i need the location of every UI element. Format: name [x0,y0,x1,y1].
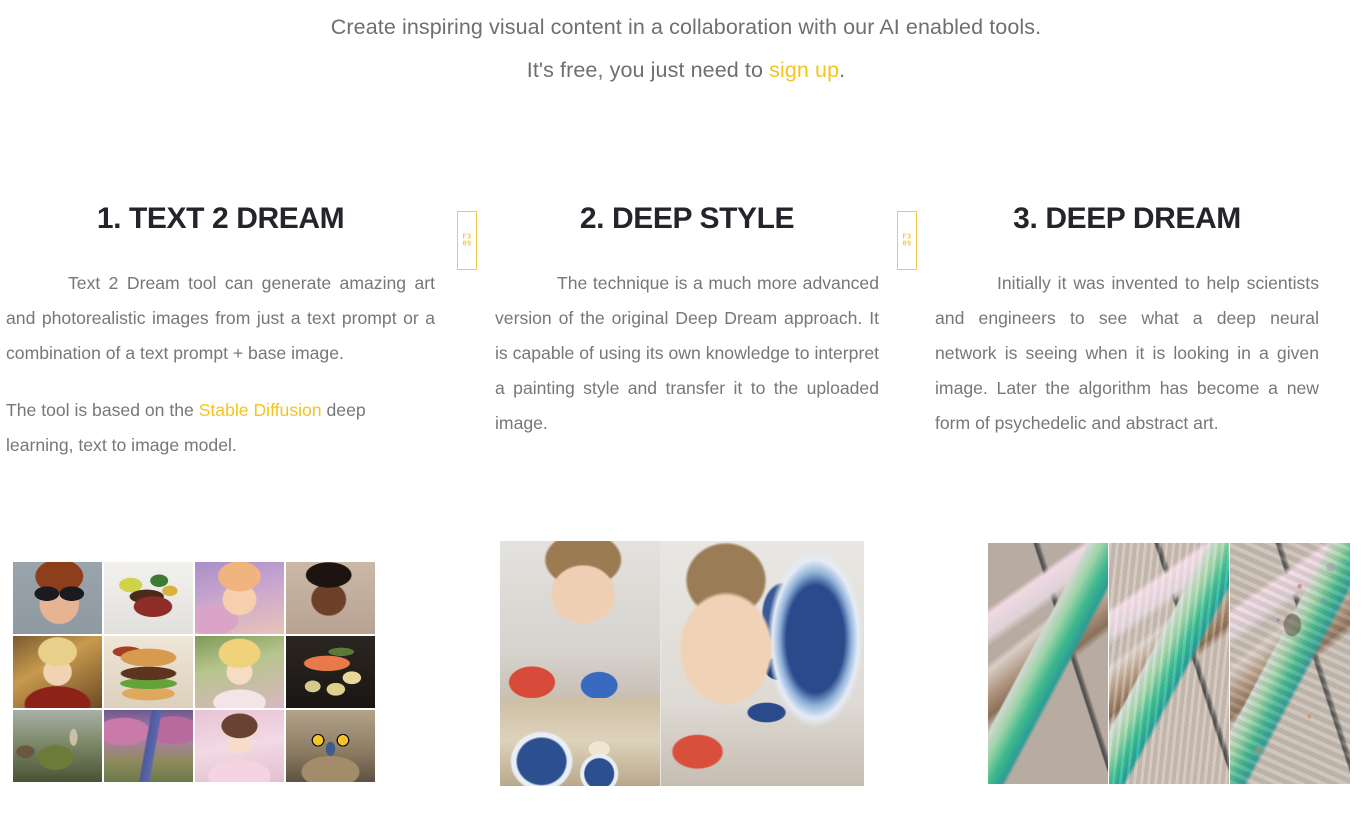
stable-diffusion-link[interactable]: Stable Diffusion [199,400,322,420]
page-root: Create inspiring visual content in a col… [0,0,1372,827]
intro-line-1: Create inspiring visual content in a col… [330,15,1042,39]
hummingbird-shape [988,543,1108,784]
codepoint-bottom: 09 [902,239,912,248]
column-separator-2: F3 09 [887,196,927,270]
feature-heading-text2dream: 1. TEXT 2 DREAM [96,202,345,235]
collage-cell-owl [286,710,375,782]
deepdream-psychedelic-overlay [1230,543,1350,784]
deepdream-stage-intermediate [1109,543,1229,784]
feature-paragraph-deepdream-1: Initially it was invented to help scient… [935,273,1319,433]
intro-section: Create inspiring visual content in a col… [0,0,1372,92]
deepdream-stage-original [988,543,1108,784]
collage-cell-steak-dish [104,562,193,634]
deepstyle-style-reference-great-wave [500,697,661,786]
feature-columns: 1. TEXT 2 DREAM Text 2 Dream tool can ge… [0,196,1372,463]
feature-heading-deepdream: 3. DEEP DREAM [1013,202,1241,235]
collage-cell-girl-pink-dress [195,710,284,782]
missing-glyph-codepoint: F3 09 [902,232,912,248]
feature-paragraph-text2dream-2: The tool is based on the Stable Diffusio… [6,393,435,463]
text2dream-example-image[interactable] [13,562,375,782]
deepstyle-result-image [660,541,864,786]
collage-cell-river-blossom-landscape [104,710,193,782]
feature-column-deepdream: 3. DEEP DREAM Initially it was invented … [927,196,1327,463]
feature-column-text2dream: 1. TEXT 2 DREAM Text 2 Dream tool can ge… [0,196,447,463]
missing-glyph-icon: F3 09 [897,211,917,270]
column-separator-1: F3 09 [447,196,487,270]
collage-cell-salmon-potatoes [286,636,375,708]
deepdream-stage-psychedelic [1230,543,1350,784]
collage-cell-blonde-woman-red [13,636,102,708]
sign-up-link[interactable]: sign up [769,58,839,82]
collage-cell-fantasy-woman-pink [195,562,284,634]
collage-cell-hobbit-house [13,710,102,782]
deepstyle-source-portrait [500,541,661,698]
intro-line-2-prefix: It's free, you just need to [526,58,770,82]
intro-line-2-suffix: . [839,58,846,82]
deepdream-example-image[interactable] [988,543,1350,784]
missing-glyph-codepoint: F3 09 [462,232,472,248]
paragraph-prefix: The tool is based on the [6,400,199,420]
deepstyle-example-image[interactable] [500,541,864,786]
collage-cell-man-with-glasses [13,562,102,634]
feature-paragraph-deepstyle-1: The technique is a much more advanced ve… [495,273,879,433]
feature-paragraph-text2dream-1: Text 2 Dream tool can generate amazing a… [6,273,435,363]
deepdream-swirl-overlay [1109,543,1229,784]
missing-glyph-icon: F3 09 [457,211,477,270]
collage-cell-boy-portrait [286,562,375,634]
intro-line-2: It's free, you just need to sign up. [0,49,1372,92]
collage-cell-burger [104,636,193,708]
collage-cell-fantasy-woman-garden [195,636,284,708]
feature-column-deepstyle: 2. DEEP STYLE The technique is a much mo… [487,196,887,463]
feature-heading-deepstyle: 2. DEEP STYLE [579,202,795,235]
codepoint-bottom: 09 [462,239,472,248]
